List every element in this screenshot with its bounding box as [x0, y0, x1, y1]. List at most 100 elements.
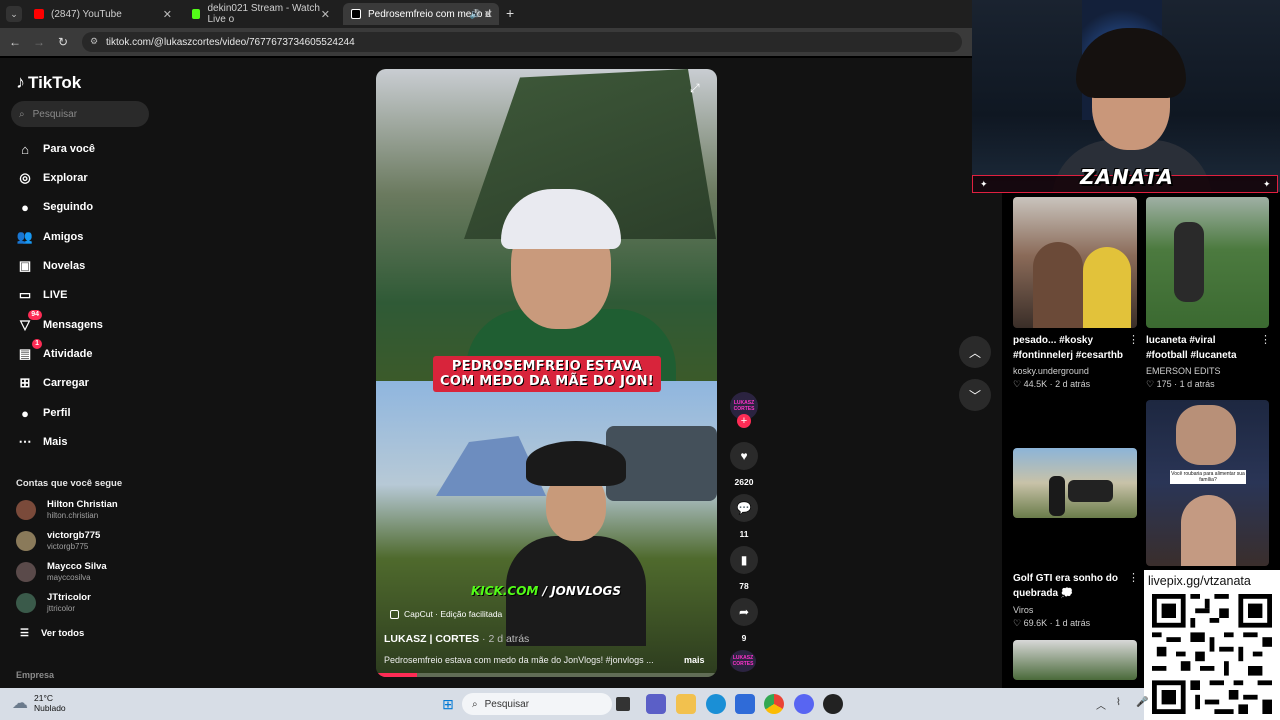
- close-tab-icon[interactable]: ✕: [163, 8, 172, 21]
- rec-author-1[interactable]: kosky.underground: [1013, 366, 1089, 376]
- search-input[interactable]: ⌕ Pesquisar: [11, 101, 149, 127]
- bookmark-icon[interactable]: ▮: [730, 546, 758, 574]
- video-author[interactable]: LUKASZ | CORTES · 2 d atrás: [384, 633, 529, 645]
- following-title: Contas que você segue: [16, 478, 123, 489]
- capcut-tag[interactable]: CapCut · Edição facilitada: [390, 609, 502, 619]
- windows-start-icon[interactable]: ⊞: [438, 694, 458, 714]
- rec-title-3[interactable]: Golf GTI era sonho do quebrada 💭: [1013, 571, 1118, 601]
- followed-account[interactable]: Hilton Christian hilton.christian: [16, 499, 118, 521]
- video-progress-bar[interactable]: [376, 673, 717, 677]
- save-action[interactable]: ▮ 78: [730, 546, 758, 591]
- video-player[interactable]: PEDROSEMFREIO ESTAVA COM MEDO DA MÃE DO …: [376, 69, 717, 677]
- next-video-button[interactable]: ﹀: [959, 379, 991, 411]
- comment-action[interactable]: 💬 11: [730, 494, 758, 539]
- more-button[interactable]: mais: [684, 655, 705, 665]
- file-explorer-icon[interactable]: [676, 694, 696, 714]
- weather-widget[interactable]: ☁ 21°C Nublado: [12, 693, 66, 713]
- caption-line-2: COM MEDO DA MÃE DO JON!: [440, 374, 654, 389]
- player-shape: [1174, 222, 1204, 302]
- rec-thumbnail-2[interactable]: [1146, 197, 1269, 328]
- share-icon[interactable]: ➦: [730, 598, 758, 626]
- see-all-button[interactable]: ☰ Ver todos: [20, 628, 84, 639]
- rec-title-1-line-1: pesado... #kosky: [1013, 335, 1094, 346]
- rec-thumbnail-5[interactable]: [1013, 640, 1137, 680]
- fullscreen-icon[interactable]: ⤢: [690, 81, 700, 96]
- chevron-down-icon: ﹀: [968, 388, 981, 403]
- rec-author-3[interactable]: Viros: [1013, 605, 1033, 615]
- store-icon[interactable]: [735, 694, 755, 714]
- following-icon: ●: [21, 199, 29, 215]
- tiktok-sidebar: ♪ TikTok ⌕ Pesquisar ⌂ Para você ◎ Explorar…: [0, 58, 160, 688]
- share-action[interactable]: ➦ 9: [730, 598, 758, 643]
- mic-icon[interactable]: 🎤: [1136, 697, 1148, 708]
- heart-outline-icon: ♡: [1013, 379, 1022, 389]
- sidebar-item-label: Explorar: [43, 172, 88, 184]
- taskbar-search[interactable]: ⌕ Pesquisar: [462, 693, 612, 715]
- close-tab-icon[interactable]: ✕: [484, 8, 493, 21]
- discord-icon[interactable]: [794, 694, 814, 714]
- rec-thumbnail-1[interactable]: [1013, 197, 1137, 328]
- sparkle-icon: ✦: [980, 179, 988, 189]
- company-link[interactable]: Empresa: [16, 670, 54, 680]
- sidebar-item-carregar[interactable]: ⊞ Carregar: [16, 372, 89, 394]
- kick-prefix: KICK.COM: [471, 584, 539, 598]
- back-arrow-icon[interactable]: ←: [3, 35, 27, 49]
- sidebar-item-atividade[interactable]: ▤ 1 Atividade: [16, 339, 93, 365]
- rec-thumbnail-4[interactable]: Você roubaria para alimentar sua família…: [1146, 400, 1269, 566]
- task-view-icon[interactable]: [616, 697, 630, 711]
- comment-icon[interactable]: 💬: [730, 494, 758, 522]
- close-tab-icon[interactable]: ✕: [321, 8, 330, 21]
- edge-icon[interactable]: [706, 694, 726, 714]
- like-count: 2620: [734, 477, 754, 487]
- kebab-menu-icon[interactable]: ⋮: [1128, 571, 1139, 584]
- sidebar-item-mais[interactable]: ⋯ Mais: [16, 431, 68, 453]
- sidebar-item-live[interactable]: ▭ LIVE: [16, 284, 68, 306]
- sidebar-item-seguindo[interactable]: ● Seguindo: [16, 196, 93, 218]
- sidebar-item-para-voc-[interactable]: ⌂ Para você: [16, 138, 95, 160]
- kebab-menu-icon[interactable]: ⋮: [1260, 333, 1271, 346]
- heart-icon[interactable]: ♥: [730, 442, 758, 470]
- tab-list-chevron-icon[interactable]: ⌄: [6, 6, 22, 22]
- rec-author-2[interactable]: EMERSON EDITS: [1146, 366, 1221, 376]
- sidebar-item-amigos[interactable]: 👥 Amigos: [16, 226, 83, 248]
- rec-title-2[interactable]: lucaneta #viral #football #lucaneta: [1146, 333, 1237, 363]
- sound-avatar[interactable]: LUKASZ CORTES: [730, 650, 756, 672]
- network-icon[interactable]: ⌇: [1116, 697, 1121, 708]
- sidebar-item-explorar[interactable]: ◎ Explorar: [16, 167, 88, 189]
- tiktok-logo[interactable]: ♪ TikTok: [16, 72, 81, 93]
- avatar: [16, 531, 36, 551]
- speaker-icon[interactable]: 🔊: [470, 9, 481, 20]
- rec-title-1[interactable]: pesado... #kosky #fontinnelerj #cesarthb: [1013, 333, 1123, 363]
- followed-account[interactable]: victorgb775 victorgb775: [16, 530, 100, 552]
- reload-icon[interactable]: ↻: [51, 35, 75, 49]
- obs-icon[interactable]: [823, 694, 843, 714]
- tab-tiktok[interactable]: Pedrosemfreio com medo d 🔊 ✕: [343, 3, 499, 25]
- widgets-icon[interactable]: [646, 694, 666, 714]
- kebab-menu-icon[interactable]: ⋮: [1128, 333, 1139, 346]
- like-action[interactable]: ♥ 2620: [730, 442, 758, 487]
- video-caption-box: PEDROSEMFREIO ESTAVA COM MEDO DA MÃE DO …: [433, 356, 661, 392]
- new-tab-button[interactable]: +: [506, 5, 514, 21]
- author-name: LUKASZ | CORTES: [384, 633, 480, 645]
- sidebar-item-perfil[interactable]: ● Perfil: [16, 402, 70, 424]
- rec-thumbnail-3[interactable]: [1013, 448, 1137, 518]
- tab-youtube[interactable]: (2847) YouTube ✕: [26, 3, 178, 25]
- tray-chevron-icon[interactable]: ︿: [1096, 697, 1106, 712]
- search-icon: ⌕: [19, 108, 25, 120]
- sidebar-item-label: Carregar: [43, 377, 89, 389]
- url-field[interactable]: ⚙ tiktok.com/@lukaszcortes/video/7677673…: [82, 32, 962, 52]
- chrome-icon[interactable]: [764, 694, 784, 714]
- sidebar-item-novelas[interactable]: ▣ Novelas: [16, 255, 85, 277]
- site-info-icon[interactable]: ⚙: [90, 36, 98, 47]
- account-handle: jttricolor: [47, 604, 76, 613]
- follow-button[interactable]: +: [737, 414, 751, 428]
- account-handle: mayccosilva: [47, 573, 91, 582]
- tab-kick[interactable]: dekin021 Stream - Watch Live o ✕: [184, 3, 336, 25]
- previous-video-button[interactable]: ︿: [959, 336, 991, 368]
- followed-account[interactable]: JTtricolor jttricolor: [16, 592, 91, 614]
- youtube-favicon-icon: [34, 9, 44, 19]
- forward-arrow-icon[interactable]: →: [27, 35, 51, 49]
- chevron-up-icon: ︿: [968, 345, 981, 360]
- sidebar-item-mensagens[interactable]: ▽ 94 Mensagens: [16, 310, 103, 336]
- followed-account[interactable]: Maycco Silva mayccosilva: [16, 561, 107, 583]
